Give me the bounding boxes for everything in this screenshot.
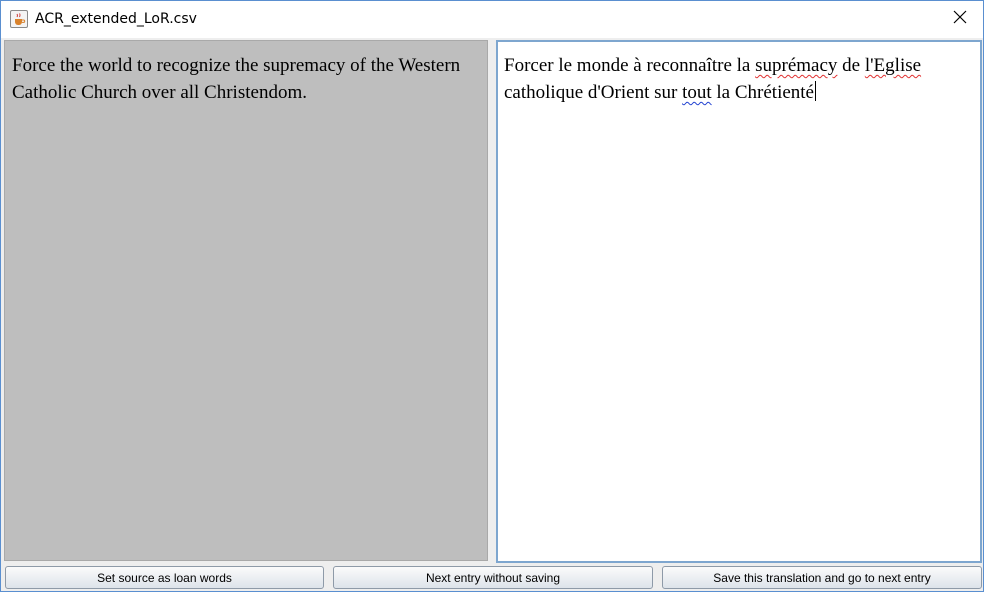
target-text-segment: la Chrétienté bbox=[711, 82, 814, 103]
close-icon bbox=[953, 10, 967, 29]
save-and-next-button[interactable]: Save this translation and go to next ent… bbox=[662, 566, 982, 589]
next-entry-without-saving-button[interactable]: Next entry without saving bbox=[333, 566, 653, 589]
translation-text-area[interactable]: Forcer le monde à reconnaître la supréma… bbox=[496, 40, 982, 563]
target-text-segment: de bbox=[837, 55, 865, 76]
window-title: ACR_extended_LoR.csv bbox=[35, 11, 197, 27]
target-text-segment: Forcer le monde à reconnaître la bbox=[504, 55, 756, 76]
set-loan-words-button[interactable]: Set source as loan words bbox=[5, 566, 324, 589]
spelling-error-word: l'Eglise bbox=[864, 55, 922, 76]
grammar-warning-word: tout bbox=[682, 82, 712, 103]
text-caret bbox=[815, 81, 816, 101]
source-text: Force the world to recognize the suprema… bbox=[12, 55, 461, 103]
editor-area: Force the world to recognize the suprema… bbox=[1, 38, 983, 563]
app-window: ACR_extended_LoR.csv Force the world to … bbox=[0, 0, 984, 592]
title-bar[interactable]: ACR_extended_LoR.csv bbox=[1, 1, 983, 38]
source-text-pane: Force the world to recognize the suprema… bbox=[4, 40, 488, 561]
spelling-error-word: suprémacy bbox=[755, 55, 838, 76]
action-bar: Set source as loan words Next entry with… bbox=[1, 564, 983, 592]
java-cup-icon bbox=[10, 10, 28, 28]
target-text-segment: catholique d'Orient sur bbox=[504, 82, 683, 103]
close-button[interactable] bbox=[937, 1, 983, 38]
